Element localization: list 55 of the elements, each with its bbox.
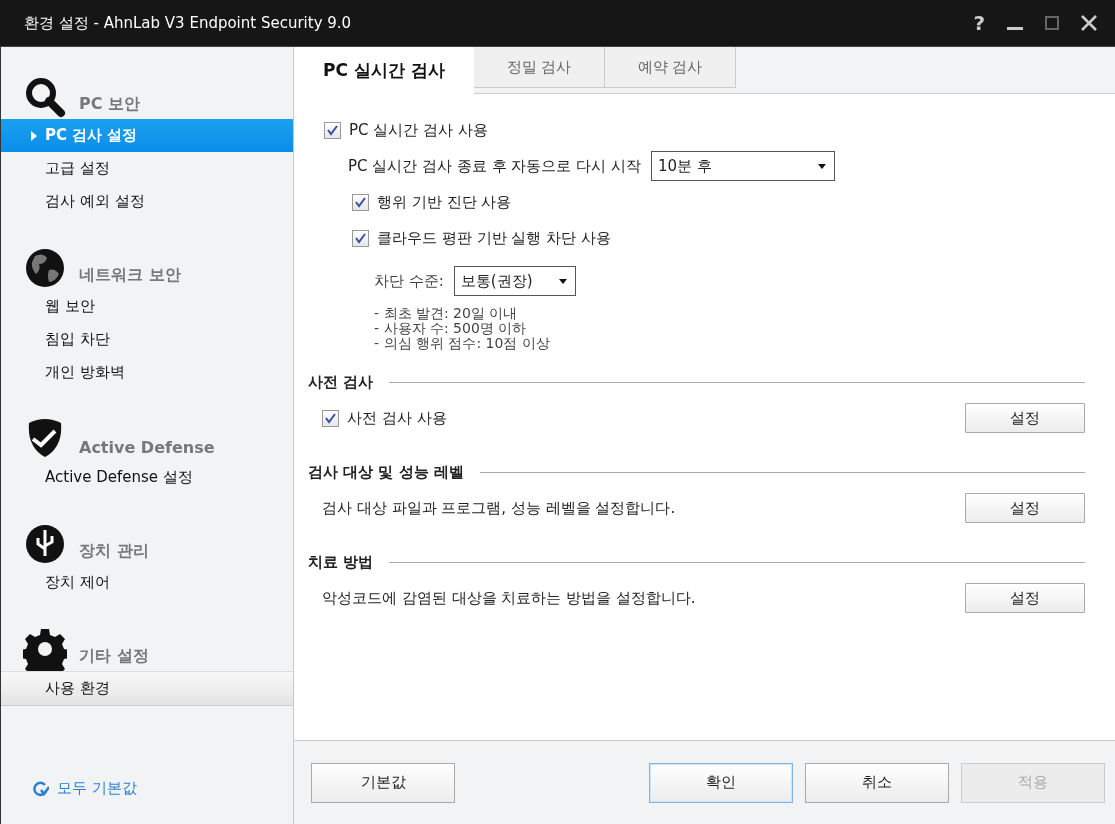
defaults-button[interactable]: 기본값	[311, 762, 455, 803]
settings-button[interactable]: 설정	[965, 403, 1085, 433]
criteria-text: - 최초 발견: 20일 이내	[374, 306, 519, 321]
checkbox[interactable]	[322, 409, 339, 427]
sidebar-item[interactable]: 웹 보안	[1, 290, 293, 323]
search-icon	[23, 75, 67, 119]
sidebar-heading: PC 보안	[79, 94, 141, 115]
checkbox[interactable]	[324, 121, 341, 139]
checkbox[interactable]	[352, 193, 369, 211]
caret-icon	[817, 163, 826, 169]
sidebar-item[interactable]: 검사 예외 설정	[1, 185, 293, 218]
dropdown[interactable]: 보통(권장)	[453, 266, 576, 296]
criteria-text: - 사용자 수: 500명 이하	[374, 321, 528, 336]
caret-icon	[558, 278, 567, 284]
checkbox-label: 클라우드 평판 기반 실행 차단 사용	[377, 228, 611, 248]
close-icon[interactable]	[1081, 15, 1097, 31]
tab[interactable]: 예약 검사	[605, 47, 736, 88]
dialog-button[interactable]: 확인	[649, 762, 793, 803]
sidebar-item[interactable]: 침입 차단	[1, 323, 293, 356]
sidebar-heading: 네트워크 보안	[79, 265, 181, 286]
field-label: PC 실시간 검사 종료 후 자동으로 다시 시작	[348, 156, 641, 176]
sidebar-heading: 기타 설정	[79, 646, 149, 667]
help-button[interactable]: ?	[973, 11, 985, 35]
globe-icon	[23, 246, 67, 290]
window-title: 환경 설정 - AhnLab V3 Endpoint Security 9.0	[24, 13, 353, 33]
section-title: 검사 대상 및 성능 레벨	[308, 462, 464, 482]
settings-button[interactable]: 설정	[965, 493, 1085, 523]
tab[interactable]: 정밀 검사	[474, 47, 605, 88]
section-title: 치료 방법	[308, 552, 374, 572]
sidebar-item[interactable]: 개인 방화벽	[1, 356, 293, 389]
checkbox-label: 사전 검사 사용	[347, 408, 447, 428]
field-label: 차단 수준:	[374, 271, 444, 291]
checkbox-label: 행위 기반 진단 사용	[377, 192, 512, 212]
dialog-button[interactable]: 취소	[805, 762, 949, 803]
gear-icon	[23, 627, 67, 671]
triangle-icon	[31, 130, 37, 141]
sidebar-item[interactable]: 고급 설정	[1, 152, 293, 185]
usb-icon	[23, 522, 67, 566]
criteria-text: - 의심 행위 점수: 10점 이상	[374, 336, 551, 351]
sidebar-item[interactable]: Active Defense 설정	[1, 461, 293, 494]
refresh-icon	[31, 779, 49, 798]
sidebar-item[interactable]: 장치 제어	[1, 566, 293, 599]
reset-link[interactable]: 모두 기본값	[1, 779, 293, 824]
dropdown[interactable]: 10분 후	[650, 151, 835, 181]
tab[interactable]: PC 실시간 검사	[294, 47, 474, 94]
sidebar-heading: Active Defense	[79, 438, 215, 459]
checkbox-label: PC 실시간 검사 사용	[349, 120, 488, 140]
section-description: 검사 대상 파일과 프로그램, 성능 레벨을 설정합니다.	[322, 498, 676, 518]
settings-button[interactable]: 설정	[965, 583, 1085, 613]
section-title: 사전 검사	[308, 372, 374, 392]
checkbox[interactable]	[352, 229, 369, 247]
maximize-icon[interactable]	[1045, 16, 1059, 30]
sidebar-heading: 장치 관리	[79, 541, 149, 562]
sidebar-item[interactable]: 사용 환경	[1, 671, 293, 706]
section-description: 악성코드에 감염된 대상을 치료하는 방법을 설정합니다.	[322, 588, 696, 608]
